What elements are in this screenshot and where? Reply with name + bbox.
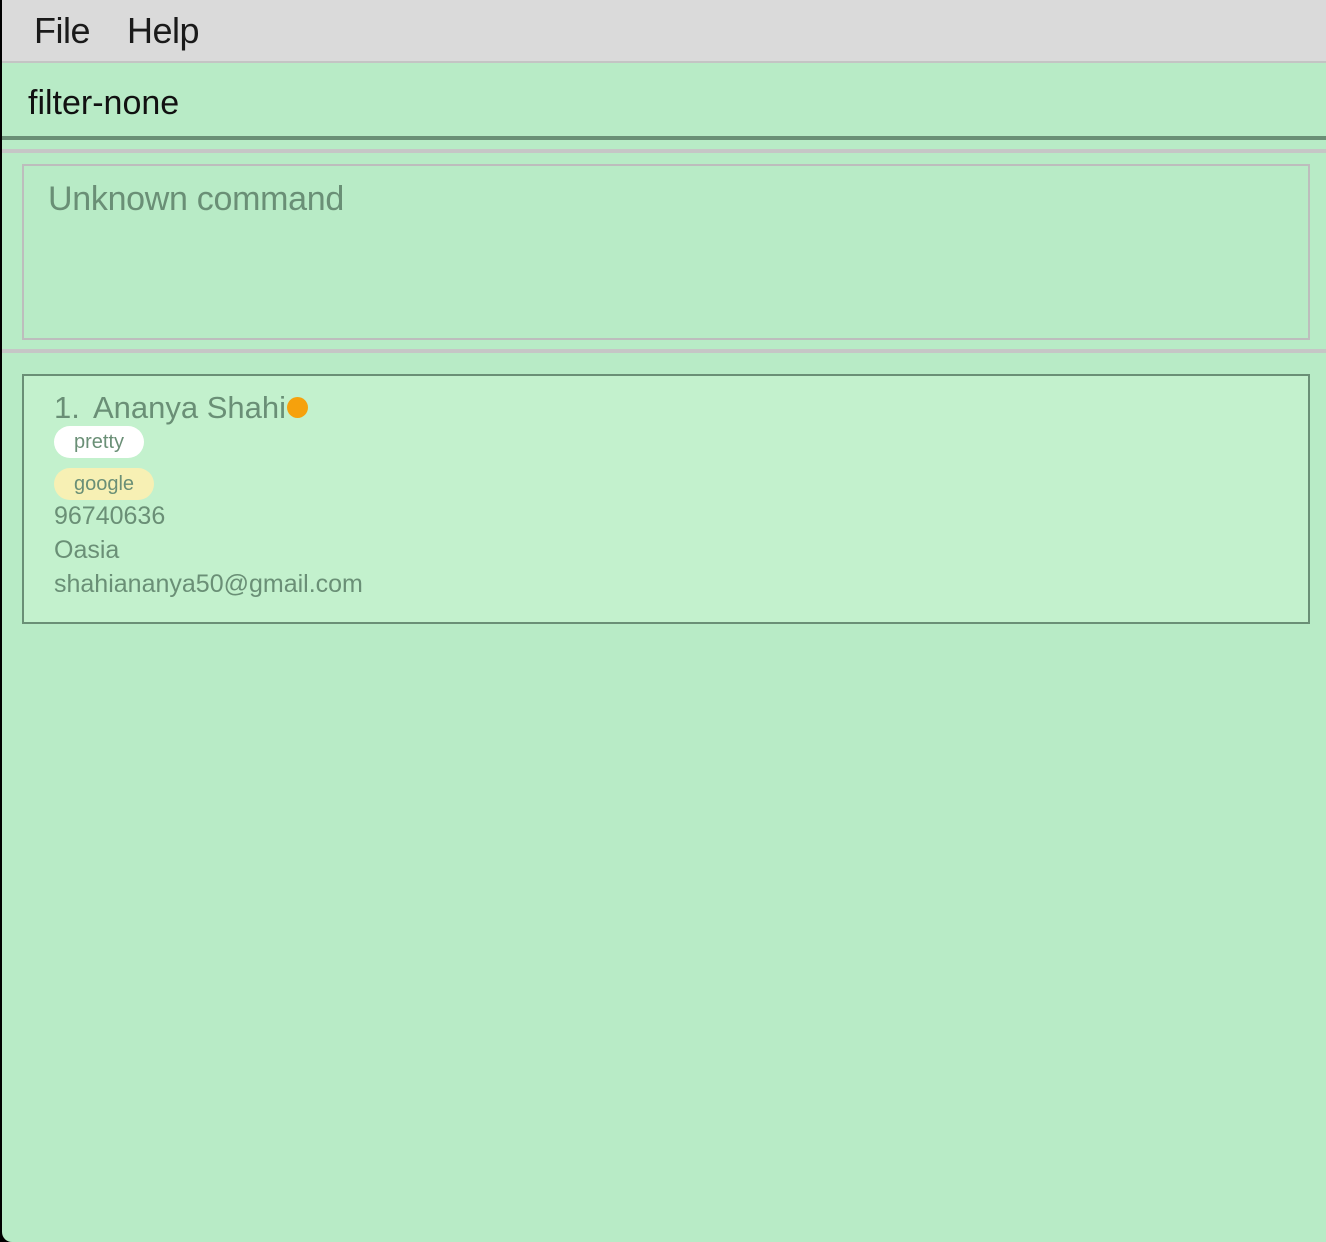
person-index: 1. [54,390,80,425]
person-address: Oasia [54,536,120,564]
person-email: shahiananya50@gmail.com [54,570,363,598]
person-name: Ananya Shahi [93,390,287,425]
status-dot-icon [287,397,308,418]
command-input[interactable] [28,83,1288,123]
command-box [2,63,1326,140]
menu-file[interactable]: File [34,10,91,52]
person-card[interactable]: 1. Ananya Shahi pretty google 96740636 Oa… [22,374,1310,624]
tag-label: pretty [54,426,145,458]
menu-help[interactable]: Help [127,10,200,52]
app-window: File Help Unknown command 1. Ananya Shahi… [2,0,1326,1242]
menu-bar: File Help [2,0,1326,63]
divider[interactable] [2,149,1326,153]
person-card-header: 1. Ananya Shahi [54,390,308,426]
tag-label: google [54,468,155,500]
person-list: 1. Ananya Shahi pretty google 96740636 Oa… [2,353,1326,1242]
person-phone: 96740636 [54,502,166,530]
result-message: Unknown command [48,180,344,218]
result-display: Unknown command [22,164,1310,340]
